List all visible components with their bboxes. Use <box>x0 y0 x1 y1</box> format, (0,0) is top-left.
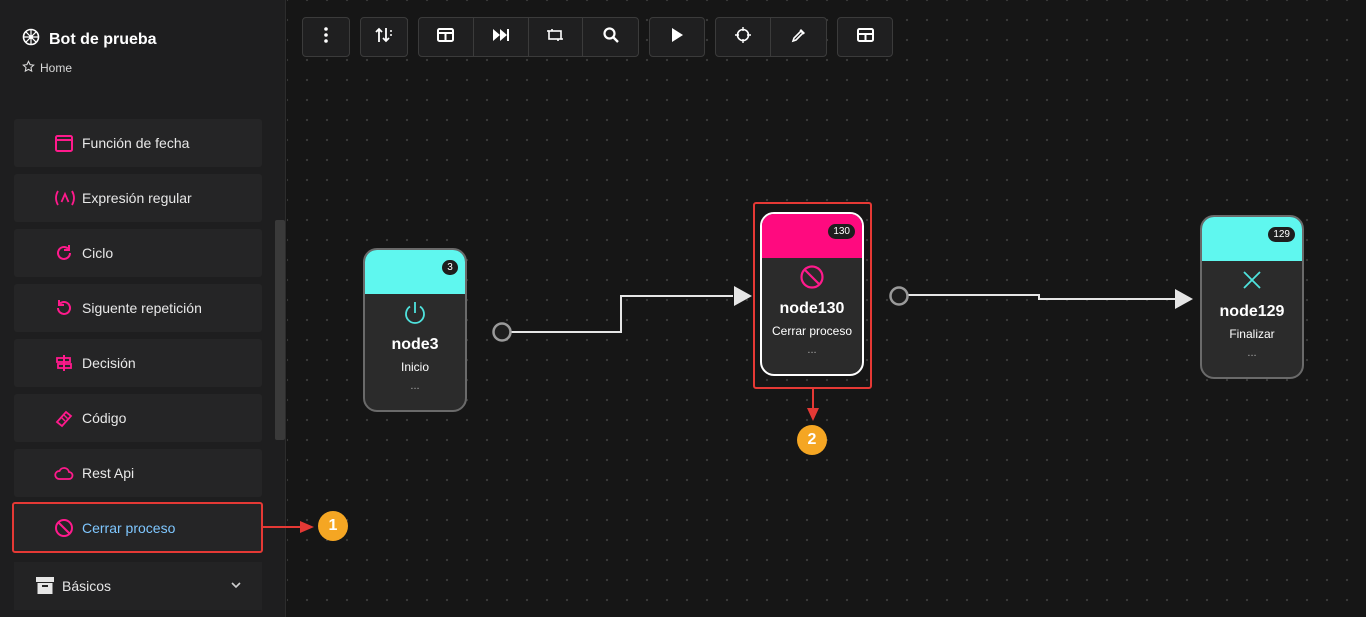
transform-icon <box>546 27 564 48</box>
sort-button[interactable] <box>361 18 407 56</box>
sidebar-item-label: Expresión regular <box>82 190 192 206</box>
node-more[interactable]: ... <box>365 380 465 392</box>
annotation-highlight-sidebar <box>12 502 263 553</box>
app-title[interactable]: Bot de prueba <box>22 28 157 51</box>
app-root: Bot de prueba Home Función de fecha Expr… <box>0 0 1366 617</box>
node-header: 129 <box>1202 217 1302 261</box>
sort-icon <box>375 27 393 48</box>
play-icon <box>670 27 684 48</box>
target-icon <box>735 26 751 48</box>
sidebar-item-label: Ciclo <box>82 245 114 261</box>
toolbar-group-menu <box>302 17 350 57</box>
search-icon <box>603 26 619 48</box>
sidebar-item-rest-api[interactable]: Rest Api <box>14 449 262 497</box>
node-title: node3 <box>391 336 439 353</box>
sidebar-item-decision[interactable]: Decisión <box>14 339 262 387</box>
power-icon <box>365 300 465 328</box>
archive-icon <box>36 577 54 597</box>
node-header: 3 <box>365 250 465 294</box>
sidebar-item-funcion-de-fecha[interactable]: Función de fecha <box>14 119 262 167</box>
flow-node-node3[interactable]: 3 node3 Inicio ... <box>363 248 467 412</box>
breadcrumb-home[interactable]: Home <box>22 60 72 76</box>
annotation-highlight-node <box>753 202 872 389</box>
transform-button[interactable] <box>529 18 584 56</box>
sidebar-item-expresion-regular[interactable]: Expresión regular <box>14 174 262 222</box>
app-title-label: Bot de prueba <box>49 30 157 48</box>
sidebar-item-label: Rest Api <box>82 465 135 481</box>
target-button[interactable] <box>716 18 771 56</box>
sidebar-item-label: Decisión <box>82 355 136 371</box>
toolbar-group-run <box>649 17 705 57</box>
sidebar-item-label: Función de fecha <box>82 135 190 151</box>
skip-forward-icon <box>492 28 510 47</box>
node-more[interactable]: ... <box>1202 347 1302 359</box>
node-badge: 3 <box>442 260 458 275</box>
flow-node-node129[interactable]: 129 node129 Finalizar ... <box>1200 215 1304 379</box>
sidebar-item-codigo[interactable]: Código <box>14 394 262 442</box>
next-repeat-icon <box>54 298 74 318</box>
more-button[interactable] <box>303 18 349 56</box>
eyedropper-button[interactable] <box>771 18 826 56</box>
skip-forward-button[interactable] <box>474 18 529 56</box>
section-basicos[interactable]: Básicos <box>14 562 262 610</box>
node-badge: 129 <box>1268 227 1295 242</box>
toolbar-group-table <box>837 17 893 57</box>
toolbar-group-sort <box>360 17 408 57</box>
loop-icon <box>54 243 74 263</box>
layout-button[interactable] <box>419 18 474 56</box>
cloud-icon <box>54 463 74 483</box>
play-button[interactable] <box>650 18 704 56</box>
table-button[interactable] <box>838 18 892 56</box>
home-label: Home <box>40 61 73 75</box>
table-icon <box>856 27 874 47</box>
annotation-badge-2: 2 <box>797 425 827 455</box>
bot-wheel-icon <box>22 28 40 51</box>
chevron-down-icon[interactable] <box>230 578 242 594</box>
toolbar-group-view <box>418 17 639 57</box>
section-label: Básicos <box>62 578 112 594</box>
regex-icon <box>54 188 75 208</box>
code-icon <box>54 408 74 428</box>
eyedropper-icon <box>791 27 807 48</box>
decision-icon <box>54 353 74 373</box>
more-icon <box>324 26 328 48</box>
star-icon <box>22 60 35 76</box>
layout-icon <box>437 27 455 47</box>
node-subtitle: Finalizar <box>1229 327 1275 341</box>
sidebar-scrollbar[interactable] <box>275 220 285 440</box>
close-icon <box>1202 267 1302 295</box>
node-subtitle: Inicio <box>400 360 429 374</box>
sidebar-item-label: Siguente repetición <box>82 300 202 316</box>
sidebar-item-label: Código <box>82 410 127 426</box>
search-button[interactable] <box>583 18 638 56</box>
node-title: node129 <box>1219 303 1285 320</box>
sidebar-item-siguente-repeticion[interactable]: Siguente repetición <box>14 284 262 332</box>
sidebar-item-ciclo[interactable]: Ciclo <box>14 229 262 277</box>
calendar-icon <box>54 133 74 153</box>
toolbar-group-tools <box>715 17 827 57</box>
annotation-badge-1: 1 <box>318 511 348 541</box>
